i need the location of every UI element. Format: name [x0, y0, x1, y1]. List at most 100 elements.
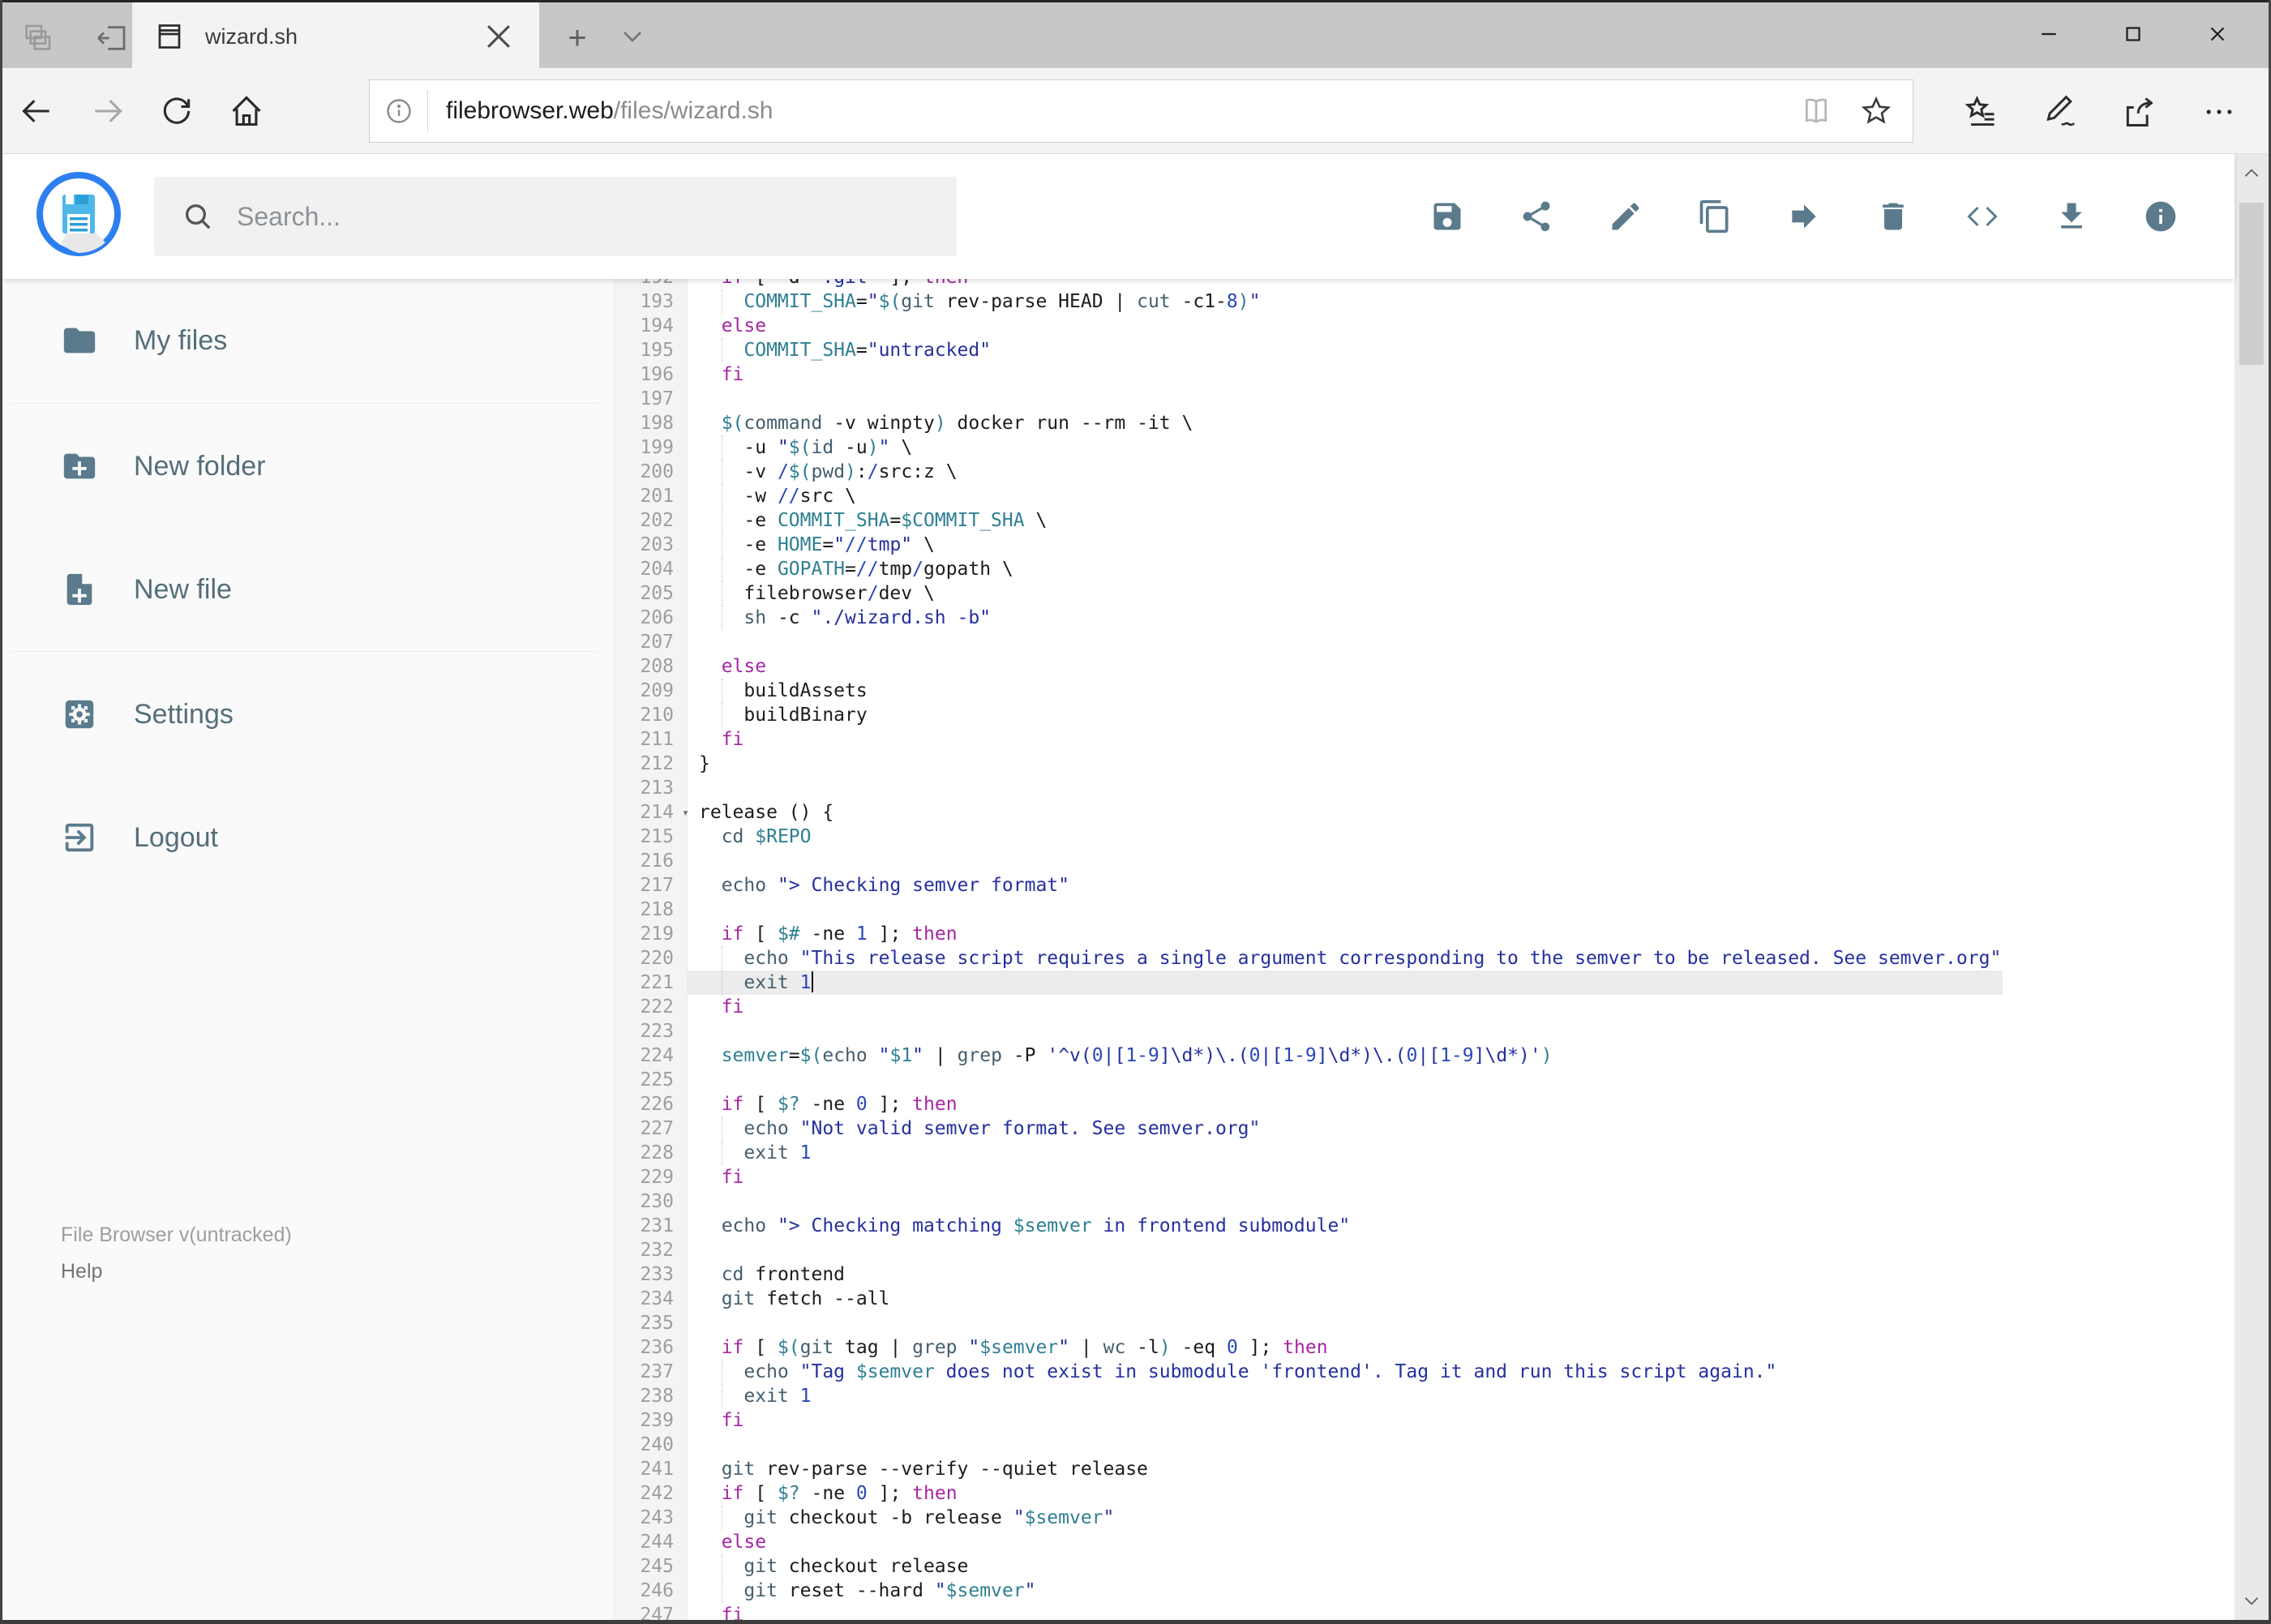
tab-list-chevron-icon[interactable] [616, 20, 655, 59]
refresh-icon[interactable] [142, 79, 212, 144]
sidebar-item-logout[interactable]: Logout [2, 812, 613, 863]
code-line-238[interactable]: 238 exit 1 [613, 1384, 2235, 1408]
code-line-227[interactable]: 227 echo "Not valid semver format. See s… [613, 1116, 2235, 1141]
code-line-198[interactable]: 198 $(command -v winpty) docker run --rm… [613, 411, 2235, 435]
sidebar-item-new-folder[interactable]: New folder [2, 441, 613, 491]
code-line-203[interactable]: 203 -e HOME="//tmp" \ [613, 533, 2235, 557]
code-line-233[interactable]: 233 cd frontend [613, 1262, 2235, 1287]
sidebar-item-new-file[interactable]: New file [2, 564, 613, 615]
code-line-218[interactable]: 218 [613, 898, 2235, 922]
code-line-210[interactable]: 210 buildBinary [613, 703, 2235, 727]
code-line-237[interactable]: 237 echo "Tag $semver does not exist in … [613, 1360, 2235, 1384]
code-line-232[interactable]: 232 [613, 1238, 2235, 1262]
close-icon[interactable] [2175, 7, 2260, 61]
set-tabs-aside-icon[interactable] [91, 17, 133, 59]
code-line-246[interactable]: 246 git reset --hard "$semver" [613, 1579, 2235, 1603]
move-button[interactable] [1785, 198, 1823, 235]
minimize-icon[interactable] [2007, 7, 2091, 61]
tab-preview-icon[interactable] [16, 17, 58, 59]
share-button[interactable] [1518, 198, 1555, 235]
code-line-196[interactable]: 196 fi [613, 362, 2235, 387]
new-tab-button[interactable]: + [558, 19, 597, 58]
scrollbar-thumb[interactable] [2239, 203, 2264, 365]
code-line-205[interactable]: 205 filebrowser/dev \ [613, 581, 2235, 606]
code-line-192[interactable]: 192 if [ -d ".git" ]; then [613, 279, 2235, 289]
code-line-242[interactable]: 242 if [ $? -ne 0 ]; then [613, 1481, 2235, 1506]
code-line-228[interactable]: 228 exit 1 [613, 1141, 2235, 1165]
code-line-225[interactable]: 225 [613, 1068, 2235, 1092]
code-line-197[interactable]: 197 [613, 387, 2235, 411]
code-line-211[interactable]: 211 fi [613, 727, 2235, 752]
code-line-215[interactable]: 215 cd $REPO [613, 825, 2235, 849]
code-line-204[interactable]: 204 -e GOPATH=//tmp/gopath \ [613, 557, 2235, 581]
code-line-209[interactable]: 209 buildAssets [613, 679, 2235, 703]
code-line-224[interactable]: 224 semver=$(echo "$1" | grep -P '^v(0|[… [613, 1043, 2235, 1068]
delete-button[interactable] [1875, 198, 1912, 235]
code-line-231[interactable]: 231 echo "> Checking matching $semver in… [613, 1214, 2235, 1238]
info-circle-icon[interactable] [370, 90, 428, 132]
share-page-icon[interactable] [2100, 79, 2179, 144]
search-input[interactable]: Search... [154, 177, 957, 256]
code-line-195[interactable]: 195 COMMIT_SHA="untracked" [613, 338, 2235, 362]
code-line-247[interactable]: 247 fi [613, 1603, 2235, 1620]
code-line-244[interactable]: 244 else [613, 1530, 2235, 1554]
browser-tab[interactable]: wizard.sh [132, 2, 539, 71]
code-line-230[interactable]: 230 [613, 1189, 2235, 1214]
more-ellipsis-icon[interactable] [2179, 79, 2259, 144]
code-line-201[interactable]: 201 -w //src \ [613, 484, 2235, 508]
code-line-243[interactable]: 243 git checkout -b release "$semver" [613, 1506, 2235, 1530]
code-line-226[interactable]: 226 if [ $? -ne 0 ]; then [613, 1092, 2235, 1116]
code-line-234[interactable]: 234 git fetch --all [613, 1287, 2235, 1311]
code-line-239[interactable]: 239 fi [613, 1408, 2235, 1433]
code-line-240[interactable]: 240 [613, 1433, 2235, 1457]
back-icon[interactable] [2, 79, 72, 144]
save-button[interactable] [1429, 198, 1466, 235]
code-line-241[interactable]: 241 git rev-parse --verify --quiet relea… [613, 1457, 2235, 1481]
code-line-235[interactable]: 235 [613, 1311, 2235, 1335]
code-line-212[interactable]: 212} [613, 752, 2235, 776]
code-line-229[interactable]: 229 fi [613, 1165, 2235, 1189]
reading-view-icon[interactable] [1786, 87, 1846, 135]
scroll-up-icon[interactable] [2235, 154, 2269, 193]
code-line-245[interactable]: 245 git checkout release [613, 1554, 2235, 1579]
rename-button[interactable] [1607, 198, 1644, 235]
code-line-216[interactable]: 216 [613, 849, 2235, 873]
code-line-223[interactable]: 223 [613, 1019, 2235, 1043]
code-line-213[interactable]: 213 [613, 776, 2235, 800]
maximize-icon[interactable] [2091, 7, 2175, 61]
code-line-202[interactable]: 202 -e COMMIT_SHA=$COMMIT_SHA \ [613, 508, 2235, 533]
web-note-pen-icon[interactable] [2020, 79, 2100, 144]
sidebar-item-settings[interactable]: Settings [2, 689, 613, 739]
tab-close-icon[interactable] [481, 19, 516, 54]
home-icon[interactable] [212, 79, 281, 144]
info-button[interactable] [2142, 198, 2179, 235]
hub-favorites-icon[interactable] [1941, 79, 2020, 144]
favorite-star-icon[interactable] [1846, 87, 1906, 135]
code-line-207[interactable]: 207 [613, 630, 2235, 654]
code-editor[interactable]: 192 if [ -d ".git" ]; then193 COMMIT_SHA… [613, 279, 2235, 1620]
editor-mode-button[interactable] [1964, 198, 2001, 235]
floppy-logo-icon[interactable] [36, 172, 121, 256]
code-line-217[interactable]: 217 echo "> Checking semver format" [613, 873, 2235, 898]
download-button[interactable] [2053, 198, 2090, 235]
code-line-220[interactable]: 220 echo "This release script requires a… [613, 946, 2235, 971]
code-line-221[interactable]: 221 exit 1 [613, 971, 2235, 995]
copy-button[interactable] [1696, 198, 1733, 235]
code-line-214[interactable]: 214 ▾ release () { [613, 800, 2235, 825]
help-link[interactable]: Help [61, 1260, 102, 1283]
scroll-down-icon[interactable] [2235, 1581, 2269, 1620]
url-text[interactable]: filebrowser.web/files/wizard.sh [446, 97, 1786, 125]
code-line-206[interactable]: 206 sh -c "./wizard.sh -b" [613, 606, 2235, 630]
forward-icon[interactable] [72, 79, 142, 144]
code-line-236[interactable]: 236 if [ $(git tag | grep "$semver" | wc… [613, 1335, 2235, 1360]
code-line-208[interactable]: 208 else [613, 654, 2235, 679]
page-scrollbar[interactable] [2235, 154, 2269, 1620]
code-line-219[interactable]: 219 if [ $# -ne 1 ]; then [613, 922, 2235, 946]
code-line-193[interactable]: 193 COMMIT_SHA="$(git rev-parse HEAD | c… [613, 289, 2235, 314]
sidebar-item-my-files[interactable]: My files [2, 315, 613, 366]
code-line-200[interactable]: 200 -v /$(pwd):/src:z \ [613, 460, 2235, 484]
address-bar[interactable]: filebrowser.web/files/wizard.sh [369, 79, 1913, 143]
code-line-194[interactable]: 194 else [613, 314, 2235, 338]
code-line-222[interactable]: 222 fi [613, 995, 2235, 1019]
code-line-199[interactable]: 199 -u "$(id -u)" \ [613, 435, 2235, 460]
